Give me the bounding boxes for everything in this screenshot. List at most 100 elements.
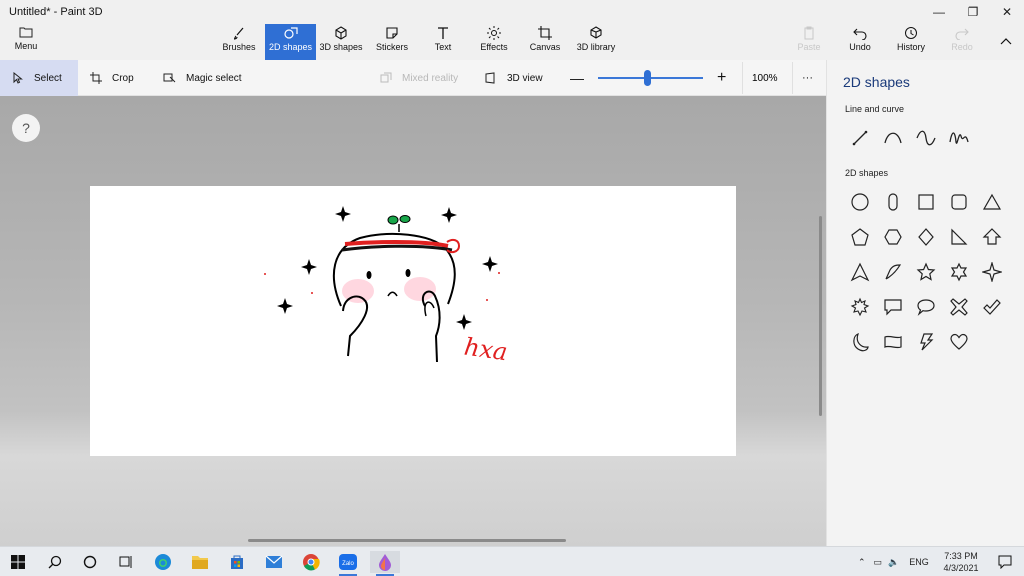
vertical-scrollbar[interactable] — [819, 216, 822, 416]
select-button[interactable]: Select — [0, 60, 78, 96]
help-button[interactable]: ? — [12, 114, 40, 142]
redo-button[interactable]: Redo — [948, 24, 976, 60]
cortana-button[interactable] — [75, 551, 105, 573]
star-4-icon[interactable] — [975, 254, 1008, 289]
workspace: ? hxa — [0, 96, 826, 546]
more-options-button[interactable]: ··· — [802, 60, 816, 96]
language-indicator[interactable]: ENG — [909, 557, 929, 567]
text-icon — [438, 27, 448, 39]
magic-select-button[interactable]: Magic select — [163, 60, 253, 96]
network-icon[interactable]: ▭ — [874, 557, 883, 568]
mail-icon — [265, 555, 283, 568]
cursor-icon — [13, 72, 23, 84]
start-button[interactable] — [3, 551, 33, 573]
search-button[interactable] — [40, 551, 70, 573]
crop-label: Crop — [112, 72, 134, 84]
tool-brushes[interactable]: Brushes — [219, 24, 259, 60]
mixed-reality-button[interactable]: Mixed reality — [380, 60, 470, 96]
tool-stickers[interactable]: Stickers — [372, 24, 412, 60]
menu-label: Menu — [14, 41, 38, 51]
heart-icon[interactable] — [942, 324, 975, 359]
tool-text-label: Text — [434, 42, 452, 52]
horizontal-scrollbar[interactable] — [248, 539, 566, 542]
square-icon[interactable] — [909, 184, 942, 219]
moon-icon[interactable] — [843, 324, 876, 359]
curve-icon[interactable] — [876, 120, 909, 155]
crop-button[interactable]: Crop — [90, 60, 150, 96]
triangle-outline-icon[interactable] — [843, 254, 876, 289]
magic-select-icon — [163, 73, 176, 83]
file-explorer-app[interactable] — [185, 551, 215, 573]
minimize-button[interactable]: — — [922, 0, 956, 24]
clock[interactable]: 7:33 PM 4/3/2021 — [936, 550, 986, 574]
store-app[interactable] — [222, 551, 252, 573]
tool-2d-shapes[interactable]: 2D shapes — [265, 24, 316, 60]
notifications-button[interactable] — [990, 551, 1020, 573]
zoom-in-button[interactable]: + — [717, 60, 731, 96]
speech-rect-icon[interactable] — [876, 289, 909, 324]
brush-icon — [233, 27, 244, 40]
chevron-up-icon[interactable]: ⌃ — [858, 557, 866, 568]
burst-icon[interactable] — [843, 289, 876, 324]
windows-icon — [11, 555, 25, 569]
zalo-app[interactable]: Zalo — [333, 551, 363, 576]
task-view-button[interactable] — [111, 551, 141, 573]
star-icon[interactable] — [909, 254, 942, 289]
paste-button[interactable]: Paste — [795, 24, 823, 60]
tool-stickers-label: Stickers — [375, 42, 408, 52]
quarter-circle-icon[interactable] — [876, 254, 909, 289]
check-icon[interactable] — [975, 289, 1008, 324]
circle-icon[interactable] — [843, 184, 876, 219]
volume-icon[interactable]: 🔈 — [888, 557, 899, 568]
speech-oval-icon[interactable] — [909, 289, 942, 324]
tool-3d-library[interactable]: 3D library — [574, 24, 618, 60]
mixed-reality-label: Mixed reality — [402, 72, 459, 84]
tool-3d-shapes[interactable]: 3D shapes — [318, 24, 364, 60]
menu-button[interactable]: Menu — [8, 26, 44, 58]
diamond-icon[interactable] — [909, 219, 942, 254]
sparkles — [277, 206, 498, 330]
drawing-canvas[interactable]: hxa — [90, 186, 736, 456]
3d-view-button[interactable]: 3D view — [485, 60, 545, 96]
separator — [742, 62, 743, 94]
mail-app[interactable] — [259, 551, 289, 573]
three-point-curve-icon[interactable] — [909, 120, 942, 155]
x-icon[interactable] — [942, 289, 975, 324]
clipboard-icon — [804, 26, 814, 40]
edge-app[interactable] — [148, 551, 178, 573]
rounded-square-icon[interactable] — [942, 184, 975, 219]
zoom-slider-thumb[interactable] — [644, 70, 652, 86]
right-triangle-icon[interactable] — [942, 219, 975, 254]
wave-rect-icon[interactable] — [876, 324, 909, 359]
four-point-curve-icon[interactable] — [942, 120, 975, 155]
chrome-app[interactable] — [296, 551, 326, 573]
lightning-icon[interactable] — [909, 324, 942, 359]
3d-view-icon — [485, 72, 495, 84]
triangle-icon[interactable] — [975, 184, 1008, 219]
pentagon-icon[interactable] — [843, 219, 876, 254]
oval-icon[interactable] — [876, 184, 909, 219]
clock-time: 7:33 PM — [944, 551, 978, 561]
line-icon[interactable] — [843, 120, 876, 155]
zoom-out-button[interactable]: — — [570, 60, 584, 96]
zoom-percentage: 100% — [752, 72, 778, 84]
tool-effects[interactable]: Effects — [476, 24, 512, 60]
tool-2d-shapes-label: 2D shapes — [268, 42, 313, 52]
arrow-up-icon[interactable] — [975, 219, 1008, 254]
edge-icon — [155, 554, 171, 570]
tool-text[interactable]: Text — [428, 24, 458, 60]
paint-3d-app[interactable] — [370, 551, 400, 576]
taskbar: Zalo ⌃ ▭ 🔈 ENG 7:33 PM 4/3/2021 — [0, 546, 1024, 576]
undo-button[interactable]: Undo — [844, 24, 876, 60]
maximize-button[interactable]: ❐ — [956, 0, 990, 24]
line-curve-heading: Line and curve — [845, 104, 905, 114]
star-6-icon[interactable] — [942, 254, 975, 289]
redo-label: Redo — [951, 42, 973, 52]
hexagon-icon[interactable] — [876, 219, 909, 254]
folder-icon — [19, 27, 33, 38]
tool-canvas[interactable]: Canvas — [526, 24, 564, 60]
collapse-ribbon-button[interactable] — [994, 24, 1018, 60]
undo-icon — [853, 28, 867, 40]
close-button[interactable]: ✕ — [990, 0, 1024, 24]
history-button[interactable]: History — [893, 24, 929, 60]
